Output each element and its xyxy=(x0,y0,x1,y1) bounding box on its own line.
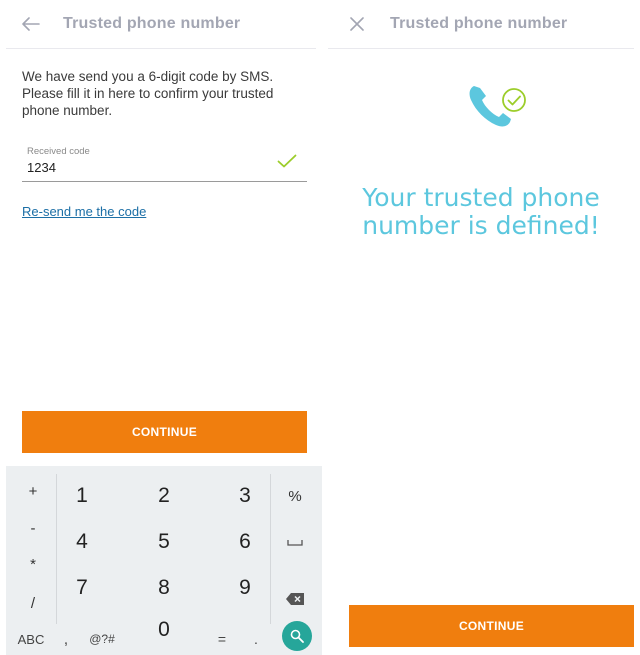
key-percent[interactable]: % xyxy=(273,476,317,516)
app-bar-divider xyxy=(6,48,316,49)
key-5[interactable]: 5 xyxy=(139,522,189,562)
success-message-line-1: Your trusted phone xyxy=(362,183,600,212)
checkmark-icon xyxy=(277,154,297,173)
key-slash[interactable]: / xyxy=(11,583,55,623)
success-screen: Trusted phone number Your trusted phone … xyxy=(322,0,640,655)
continue-button[interactable]: CONTINUE xyxy=(22,411,307,453)
received-code-field[interactable]: Received code xyxy=(22,144,307,182)
key-7[interactable]: 7 xyxy=(57,568,107,608)
backspace-icon[interactable] xyxy=(278,584,312,614)
numeric-keyboard: + - * / 1 2 3 4 5 6 7 8 9 0 % ABC , @?# … xyxy=(6,466,322,655)
key-1[interactable]: 1 xyxy=(57,476,107,516)
success-message: Your trusted phone number is defined! xyxy=(322,184,640,240)
key-4[interactable]: 4 xyxy=(57,522,107,562)
key-8[interactable]: 8 xyxy=(139,568,189,608)
key-0[interactable]: 0 xyxy=(139,610,189,650)
continue-button[interactable]: CONTINUE xyxy=(349,605,634,647)
key-6[interactable]: 6 xyxy=(220,522,270,562)
page-title: Trusted phone number xyxy=(63,15,241,32)
space-icon[interactable] xyxy=(278,528,312,558)
key-equals[interactable]: = xyxy=(212,629,232,649)
phone-check-icon xyxy=(466,80,536,130)
key-period[interactable]: . xyxy=(248,629,264,649)
instructions-text: We have send you a 6-digit code by SMS. … xyxy=(22,69,274,118)
key-asterisk[interactable]: * xyxy=(11,544,55,584)
close-icon[interactable] xyxy=(344,11,370,37)
key-comma[interactable]: , xyxy=(58,629,74,649)
success-message-line-2: number is defined! xyxy=(362,211,600,240)
key-2[interactable]: 2 xyxy=(139,476,189,516)
key-abc[interactable]: ABC xyxy=(11,629,51,649)
keyboard-divider-right xyxy=(270,474,271,624)
app-bar: Trusted phone number xyxy=(322,0,640,49)
resend-code-link[interactable]: Re-send me the code xyxy=(22,204,146,219)
search-icon[interactable] xyxy=(282,621,312,651)
key-symbols[interactable]: @?# xyxy=(84,629,120,649)
app-bar: Trusted phone number xyxy=(0,0,322,49)
page-title: Trusted phone number xyxy=(390,15,568,32)
key-plus[interactable]: + xyxy=(11,471,55,511)
received-code-label: Received code xyxy=(27,146,90,157)
back-arrow-icon[interactable] xyxy=(18,11,44,37)
received-code-input[interactable] xyxy=(27,160,257,175)
key-minus[interactable]: - xyxy=(11,508,55,548)
key-9[interactable]: 9 xyxy=(220,568,270,608)
app-bar-divider xyxy=(328,48,634,49)
key-3[interactable]: 3 xyxy=(220,476,270,516)
